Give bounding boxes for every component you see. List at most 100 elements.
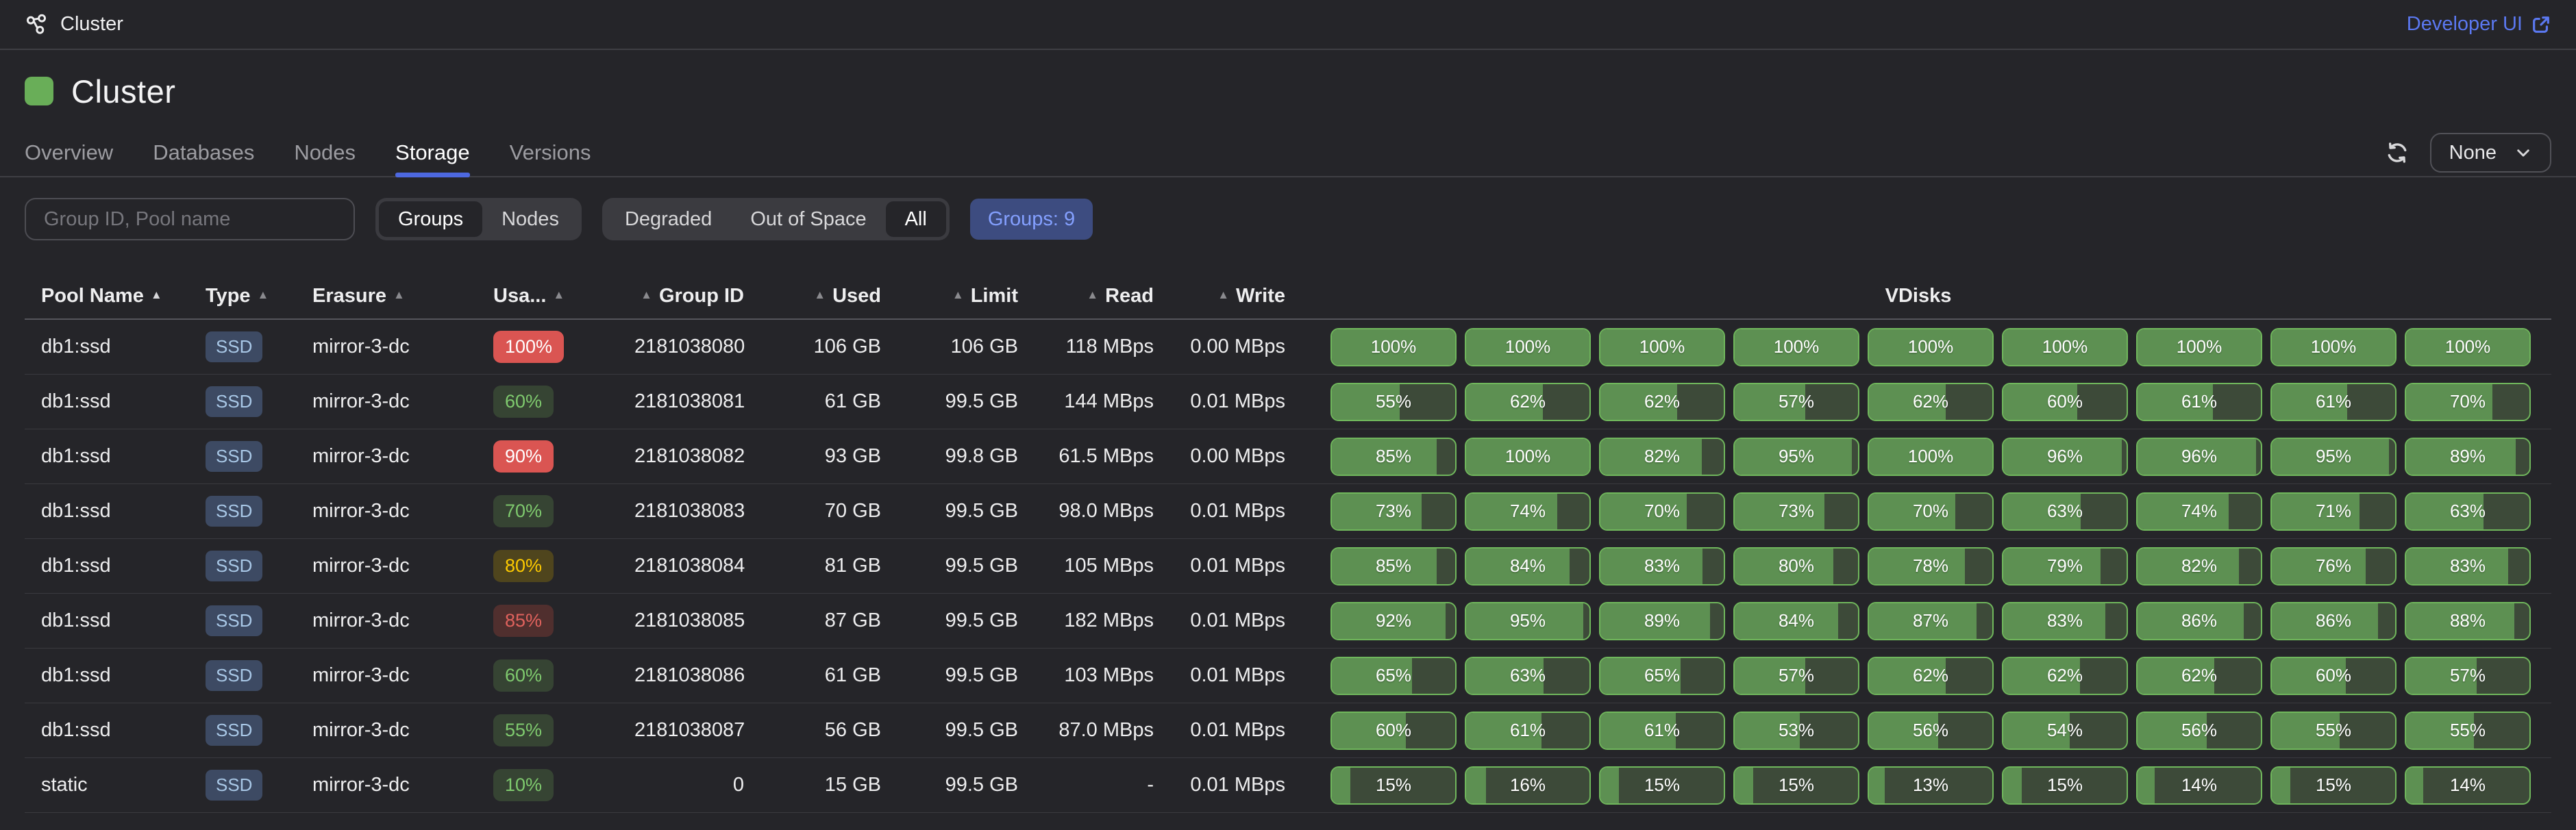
vdisk-bar[interactable]: 80% [1733,547,1859,586]
vdisk-bar[interactable]: 78% [1868,547,1994,586]
vdisk-bar[interactable]: 96% [2136,438,2262,476]
vdisk-bar[interactable]: 100% [1733,328,1859,366]
vdisk-bar[interactable]: 70% [1868,492,1994,531]
groups-count-chip[interactable]: Groups: 9 [970,199,1093,240]
vdisk-bar[interactable]: 86% [2136,602,2262,640]
vdisk-bar[interactable]: 74% [2136,492,2262,531]
vdisk-bar[interactable]: 82% [2136,547,2262,586]
autorefresh-select[interactable]: None [2430,133,2551,173]
vdisk-bar[interactable]: 89% [1599,602,1725,640]
vdisk-bar[interactable]: 15% [2270,766,2397,805]
vdisk-bar[interactable]: 74% [1465,492,1591,531]
vdisk-bar[interactable]: 55% [2270,712,2397,750]
vdisk-bar[interactable]: 95% [1733,438,1859,476]
vdisk-bar[interactable]: 53% [1733,712,1859,750]
vdisk-bar[interactable]: 15% [1330,766,1457,805]
vdisk-bar[interactable]: 100% [1330,328,1457,366]
vdisk-bar[interactable]: 71% [2270,492,2397,531]
tab-versions[interactable]: Versions [510,129,591,176]
status-filter-all[interactable]: All [886,201,946,237]
vdisk-bar[interactable]: 83% [2405,547,2531,586]
vdisk-bar[interactable]: 100% [2136,328,2262,366]
vdisk-bar[interactable]: 92% [1330,602,1457,640]
tab-databases[interactable]: Databases [153,129,254,176]
vdisk-bar[interactable]: 57% [1733,657,1859,695]
vdisk-bar[interactable]: 61% [1465,712,1591,750]
vdisk-bar[interactable]: 14% [2405,766,2531,805]
vdisk-bar[interactable]: 100% [1465,438,1591,476]
vdisk-bar[interactable]: 55% [2405,712,2531,750]
vdisk-bar[interactable]: 63% [2002,492,2128,531]
vdisk-bar[interactable]: 62% [1868,383,1994,421]
vdisk-bar[interactable]: 62% [1465,383,1591,421]
vdisk-bar[interactable]: 84% [1465,547,1591,586]
status-filter-out-of-space[interactable]: Out of Space [731,201,885,237]
vdisk-bar[interactable]: 14% [2136,766,2262,805]
vdisk-bar[interactable]: 15% [1599,766,1725,805]
vdisk-bar[interactable]: 62% [2002,657,2128,695]
vdisk-bar[interactable]: 95% [1465,602,1591,640]
vdisk-bar[interactable]: 15% [2002,766,2128,805]
vdisk-bar[interactable]: 57% [2405,657,2531,695]
tab-storage[interactable]: Storage [395,129,470,176]
vdisk-bar[interactable]: 61% [1599,712,1725,750]
vdisk-bar[interactable]: 65% [1599,657,1725,695]
column-header-read[interactable]: ▲ Read [1018,285,1154,307]
vdisk-bar[interactable]: 13% [1868,766,1994,805]
developer-ui-link[interactable]: Developer UI [2407,13,2551,36]
vdisk-bar[interactable]: 56% [1868,712,1994,750]
vdisk-bar[interactable]: 89% [2405,438,2531,476]
tab-nodes[interactable]: Nodes [294,129,356,176]
vdisk-bar[interactable]: 62% [1599,383,1725,421]
vdisk-bar[interactable]: 83% [1599,547,1725,586]
column-header-pool-name[interactable]: Pool Name ▲ [25,285,189,307]
vdisk-bar[interactable]: 62% [1868,657,1994,695]
column-header-write[interactable]: ▲ Write [1154,285,1285,307]
vdisk-bar[interactable]: 55% [1330,383,1457,421]
vdisk-bar[interactable]: 100% [1599,328,1725,366]
column-header-erasure[interactable]: Erasure ▲ [312,285,484,307]
vdisk-bar[interactable]: 76% [2270,547,2397,586]
vdisk-bar[interactable]: 73% [1733,492,1859,531]
vdisk-bar[interactable]: 82% [1599,438,1725,476]
vdisk-bar[interactable]: 60% [2002,383,2128,421]
vdisk-bar[interactable]: 85% [1330,547,1457,586]
vdisk-bar[interactable]: 65% [1330,657,1457,695]
vdisk-bar[interactable]: 79% [2002,547,2128,586]
vdisk-bar[interactable]: 87% [1868,602,1994,640]
tab-overview[interactable]: Overview [25,129,113,176]
vdisk-bar[interactable]: 61% [2136,383,2262,421]
vdisk-bar[interactable]: 100% [2270,328,2397,366]
entity-toggle-nodes[interactable]: Nodes [482,201,578,237]
vdisk-bar[interactable]: 100% [1465,328,1591,366]
search-input[interactable] [25,198,355,240]
status-filter-degraded[interactable]: Degraded [606,201,731,237]
column-header-type[interactable]: Type ▲ [189,285,312,307]
vdisk-bar[interactable]: 60% [1330,712,1457,750]
vdisk-bar[interactable]: 63% [2405,492,2531,531]
column-header-limit[interactable]: ▲ Limit [881,285,1018,307]
vdisk-bar[interactable]: 57% [1733,383,1859,421]
vdisk-bar[interactable]: 100% [1868,438,1994,476]
refresh-button[interactable] [2385,140,2410,165]
vdisk-bar[interactable]: 88% [2405,602,2531,640]
column-header-used[interactable]: ▲ Used [744,285,881,307]
vdisk-bar[interactable]: 96% [2002,438,2128,476]
vdisk-bar[interactable]: 63% [1465,657,1591,695]
entity-toggle-groups[interactable]: Groups [379,201,482,237]
vdisk-bar[interactable]: 83% [2002,602,2128,640]
vdisk-bar[interactable]: 85% [1330,438,1457,476]
vdisk-bar[interactable]: 86% [2270,602,2397,640]
vdisk-bar[interactable]: 62% [2136,657,2262,695]
vdisk-bar[interactable]: 100% [1868,328,1994,366]
vdisk-bar[interactable]: 15% [1733,766,1859,805]
vdisk-bar[interactable]: 60% [2270,657,2397,695]
vdisk-bar[interactable]: 70% [1599,492,1725,531]
vdisk-bar[interactable]: 16% [1465,766,1591,805]
vdisk-bar[interactable]: 56% [2136,712,2262,750]
vdisk-bar[interactable]: 95% [2270,438,2397,476]
vdisk-bar[interactable]: 84% [1733,602,1859,640]
vdisk-bar[interactable]: 70% [2405,383,2531,421]
column-header-group-id[interactable]: ▲ Group ID [634,285,744,307]
vdisk-bar[interactable]: 100% [2405,328,2531,366]
